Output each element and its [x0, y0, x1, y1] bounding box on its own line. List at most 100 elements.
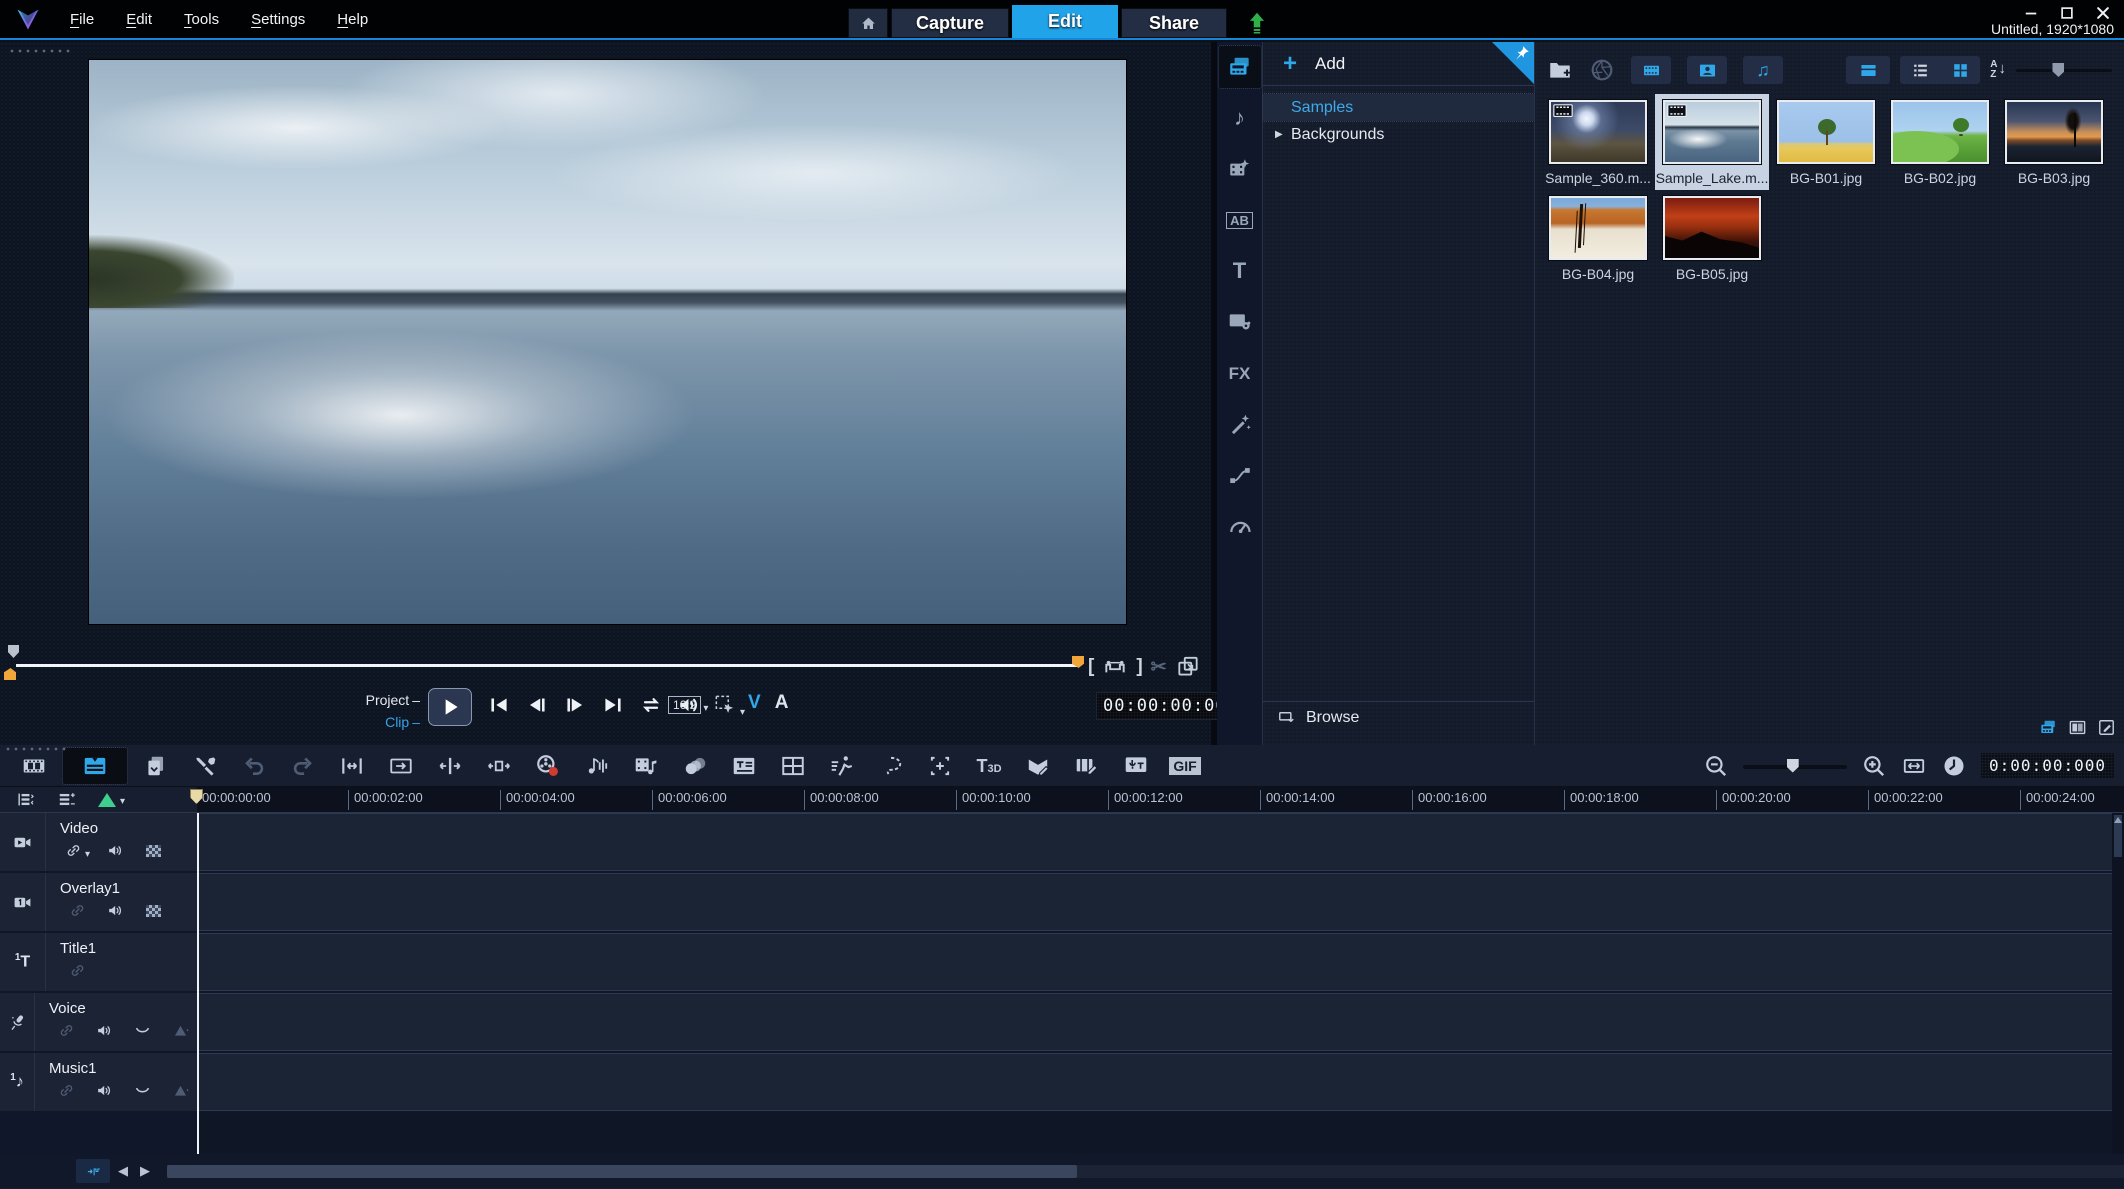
track-wave-button[interactable] [125, 1081, 159, 1100]
undo-button[interactable] [234, 748, 274, 784]
media-thumbnail[interactable] [1549, 100, 1647, 164]
mark-in-button[interactable]: [ [1088, 656, 1094, 678]
library-tab-overlay-objects[interactable] [1219, 301, 1261, 343]
timeline-drag-handle[interactable] [4, 746, 68, 752]
audio-toggle-label[interactable]: A [775, 692, 789, 714]
hscroll-thumb[interactable] [167, 1165, 1077, 1178]
track-lane-title1[interactable] [197, 933, 2112, 991]
media-thumbnail[interactable] [1549, 196, 1647, 260]
track-lane-voice[interactable] [197, 993, 2112, 1051]
loop-playback-button[interactable] [638, 692, 664, 718]
clip-mode-label[interactable]: Clip [385, 714, 420, 730]
library-tab-titles[interactable]: T [1219, 250, 1261, 292]
split-clip-button[interactable] [430, 748, 470, 784]
media-item[interactable]: Sample_360.m... [1541, 94, 1655, 190]
tab-capture[interactable]: Capture [891, 8, 1009, 38]
track-transparency-button[interactable] [136, 905, 170, 917]
library-tab-filters[interactable]: FX [1219, 352, 1261, 394]
aspect-ratio-caret-icon[interactable]: ▾ [703, 703, 708, 714]
media-item[interactable]: Sample_Lake.m... [1655, 94, 1769, 190]
ripple-edit-toggle[interactable]: ▾ [98, 793, 125, 807]
selection-tool-icon[interactable] [712, 692, 738, 718]
auto-music-button[interactable] [626, 748, 666, 784]
split-clip-scissors-icon[interactable]: ✂ [1151, 658, 1167, 677]
track-link-button[interactable] [49, 1021, 83, 1040]
enlarge-preview-icon[interactable] [1175, 654, 1201, 680]
record-capture-button[interactable] [528, 748, 568, 784]
track-speaker-button[interactable] [87, 1081, 121, 1100]
options-panel-icon[interactable] [2068, 718, 2087, 737]
library-tab-speed-templates[interactable] [1219, 505, 1261, 547]
track-lane-overlay1[interactable] [197, 873, 2112, 931]
timeline-time-display[interactable]: 0:00:00:000 [1981, 753, 2114, 778]
menu-help[interactable]: Help [325, 7, 380, 32]
split-screen-template-button[interactable] [773, 748, 813, 784]
library-tab-ar-stickers[interactable] [1219, 403, 1261, 445]
minimize-button[interactable] [2020, 4, 2042, 22]
menu-file[interactable]: File [58, 7, 106, 32]
motion-tracking-button[interactable] [822, 748, 862, 784]
maximize-button[interactable] [2056, 4, 2078, 22]
add-folder-header[interactable]: + Add [1263, 42, 1534, 86]
folder-backgrounds[interactable]: ▶Backgrounds [1263, 121, 1534, 148]
scroll-to-playhead-button[interactable] [76, 1159, 110, 1183]
timeline-view-button[interactable] [63, 748, 127, 784]
project-mode-label[interactable]: Project [366, 692, 420, 708]
ripple-edit-button[interactable] [381, 748, 421, 784]
filter-videos-button[interactable] [1631, 56, 1671, 84]
track-speaker-button[interactable] [87, 1021, 121, 1040]
track-link-button[interactable] [60, 901, 94, 920]
redo-button[interactable] [283, 748, 323, 784]
aspect-ratio-select[interactable]: 16:9 [668, 696, 701, 714]
mark-out-button[interactable]: ] [1136, 656, 1142, 678]
timeline-zoom-slider[interactable] [1743, 757, 1847, 775]
gif-creator-button[interactable]: GIF [1165, 748, 1205, 784]
grid-view-button[interactable] [1940, 56, 1980, 84]
track-manager-icon[interactable] [16, 790, 35, 809]
timeline-ruler[interactable]: 00:00:00:0000:00:02:0000:00:04:0000:00:0… [0, 787, 2124, 813]
scroll-left-button[interactable]: ◀ [118, 1163, 128, 1179]
media-item[interactable]: BG-B02.jpg [1883, 94, 1997, 190]
library-tab-instant-project[interactable] [1219, 148, 1261, 190]
mix-tools-button[interactable] [185, 748, 225, 784]
storyboard-view-button[interactable] [14, 748, 54, 784]
track-fade-button[interactable] [163, 1081, 197, 1100]
scroll-right-button[interactable]: ▶ [140, 1163, 150, 1179]
track-lane-video[interactable] [197, 813, 2112, 871]
track-link-button[interactable] [60, 961, 94, 980]
media-thumbnail[interactable] [1663, 100, 1761, 164]
vscroll-up-icon[interactable] [2114, 817, 2122, 823]
upload-button[interactable] [1244, 8, 1270, 38]
slider-handle[interactable] [2052, 63, 2064, 77]
trim-tool-icon[interactable] [1102, 654, 1128, 680]
track-link-button[interactable]: ▾ [60, 841, 94, 860]
subtitle-editor-button[interactable] [724, 748, 764, 784]
track-wave-button[interactable] [125, 1021, 159, 1040]
media-item[interactable]: BG-B03.jpg [1997, 94, 2111, 190]
track-header-music1[interactable]: 1♪Music1 [0, 1053, 197, 1111]
filter-photos-button[interactable] [1687, 56, 1727, 84]
multicam-editor-button[interactable] [1067, 748, 1107, 784]
edit-properties-icon[interactable] [2097, 718, 2116, 737]
timeline-duration-clock-icon[interactable] [1941, 753, 1967, 779]
thumbnail-size-slider[interactable] [2016, 61, 2112, 79]
skip-to-end-button[interactable] [600, 692, 626, 718]
folder-samples[interactable]: Samples [1263, 94, 1534, 121]
library-tab-media-library[interactable] [1219, 46, 1261, 88]
timeline-playhead-line[interactable] [197, 813, 199, 1154]
tab-share[interactable]: Share [1121, 8, 1227, 38]
next-frame-button[interactable] [562, 692, 588, 718]
timeline-zoom-handle[interactable] [1787, 759, 1799, 773]
timeline-horizontal-scrollbar[interactable] [167, 1165, 2124, 1178]
audio-adjust-button[interactable] [577, 748, 617, 784]
menu-settings[interactable]: Settings [239, 7, 317, 32]
time-stretch-button[interactable] [479, 748, 519, 784]
link-caret-icon[interactable]: ▾ [85, 849, 90, 860]
media-item[interactable]: BG-B04.jpg [1541, 190, 1655, 286]
trim-start-handle[interactable] [4, 668, 16, 680]
media-item[interactable]: BG-B01.jpg [1769, 94, 1883, 190]
skip-to-start-button[interactable] [486, 692, 512, 718]
zoom-out-button[interactable] [1703, 753, 1729, 779]
track-speaker-button[interactable] [98, 901, 132, 920]
browse-button[interactable]: Browse [1263, 701, 1534, 733]
